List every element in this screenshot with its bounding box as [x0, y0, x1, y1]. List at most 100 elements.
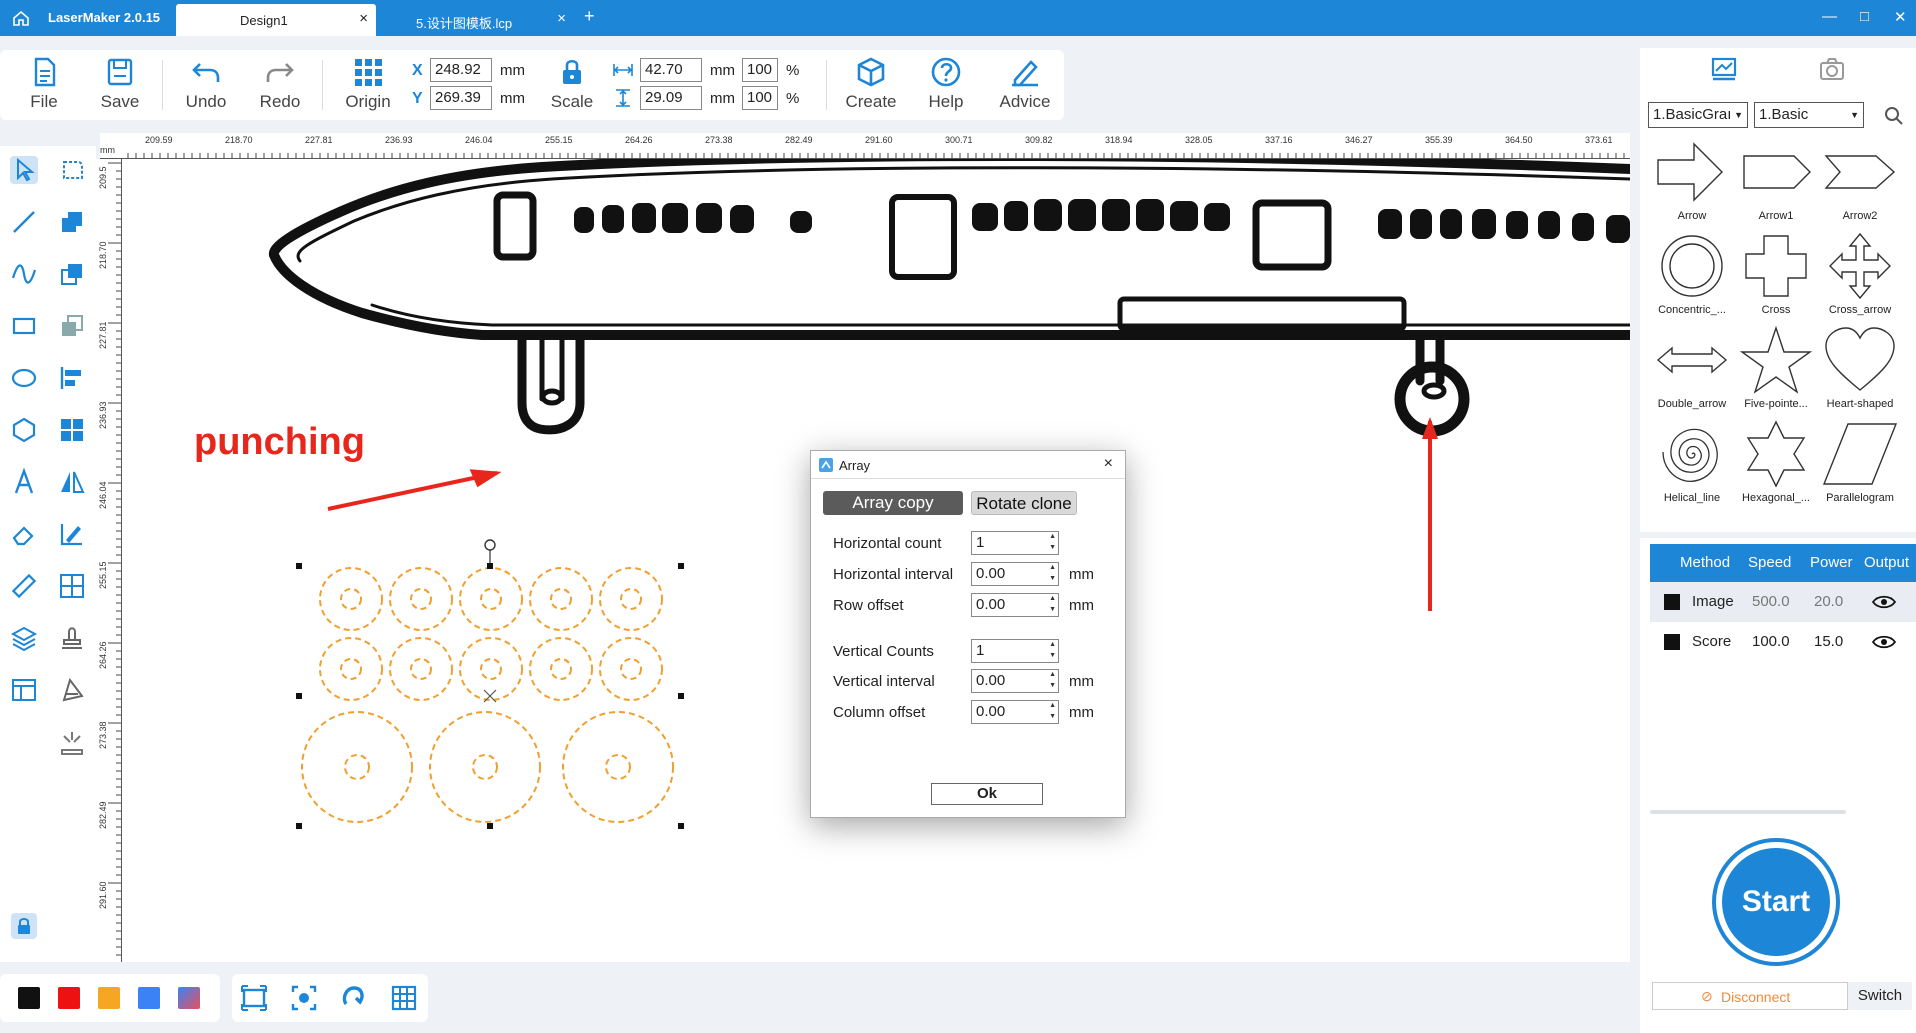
shape-heart[interactable]: Heart-shaped [1818, 324, 1902, 414]
spin-up-icon[interactable]: ▲ [1049, 702, 1056, 709]
boolean-subtract-icon[interactable] [58, 260, 86, 288]
spin-down-icon[interactable]: ▼ [1049, 544, 1056, 551]
shape-arrow[interactable]: Arrow [1650, 136, 1734, 226]
scale-lock-button[interactable]: Scale [540, 56, 604, 112]
spin-up-icon[interactable]: ▲ [1049, 564, 1056, 571]
height-field[interactable]: 29.09 [640, 86, 702, 110]
eye-icon[interactable] [1872, 594, 1896, 610]
tab-design1[interactable]: Design1 × [176, 4, 376, 36]
layout-icon[interactable] [10, 676, 38, 704]
spin-up-icon[interactable]: ▲ [1049, 533, 1056, 540]
horizontal-interval-input[interactable]: 0.00 ▲ ▼ [971, 562, 1059, 586]
width-field[interactable]: 42.70 [640, 58, 702, 82]
dialog-close-icon[interactable]: × [1104, 455, 1113, 473]
spin-down-icon[interactable]: ▼ [1049, 575, 1056, 582]
array-tool-icon[interactable] [58, 572, 86, 600]
shape-arrow1[interactable]: Arrow1 [1734, 136, 1818, 226]
horizontal-count-input[interactable]: 1 ▲ ▼ [971, 531, 1059, 555]
scrollbar[interactable] [1650, 810, 1846, 814]
layer-color-swatch[interactable] [1664, 594, 1680, 610]
column-offset-input[interactable]: 0.00 ▲ ▼ [971, 700, 1059, 724]
align-left-icon[interactable] [58, 364, 86, 392]
ruler-measure-icon[interactable] [10, 572, 38, 600]
window-close-icon[interactable]: ✕ [1894, 8, 1907, 26]
shape-parallelogram[interactable]: Parallelogram [1818, 418, 1902, 508]
switch-button[interactable]: Switch [1848, 982, 1912, 1010]
magnet-snap-icon[interactable] [340, 984, 368, 1012]
shape-cross[interactable]: Cross [1734, 230, 1818, 320]
select-tool-icon[interactable] [10, 156, 38, 184]
shape-hexagonal-star[interactable]: Hexagonal_... [1734, 418, 1818, 508]
mirror-icon[interactable] [58, 468, 86, 496]
node-edit-icon[interactable] [58, 156, 86, 184]
spin-down-icon[interactable]: ▼ [1049, 682, 1056, 689]
undo-button[interactable]: Undo [174, 56, 238, 112]
shape-concentric[interactable]: Concentric_... [1650, 230, 1734, 320]
add-tab-button[interactable]: + [584, 6, 595, 27]
vertical-interval-input[interactable]: 0.00 ▲ ▼ [971, 669, 1059, 693]
start-button[interactable]: Start [1712, 838, 1840, 966]
array-copy-tab[interactable]: Array copy [823, 491, 963, 515]
eye-icon[interactable] [1872, 634, 1896, 650]
origin-button[interactable]: Origin [336, 56, 400, 112]
save-button[interactable]: Save [88, 56, 152, 112]
layer-color-swatch[interactable] [1664, 634, 1680, 650]
color-swatch-red[interactable] [58, 987, 80, 1009]
shape-arrow2[interactable]: Arrow2 [1818, 136, 1902, 226]
boolean-intersect-icon[interactable] [58, 312, 86, 340]
search-icon[interactable] [1884, 106, 1904, 126]
width-percent-field[interactable]: 100 [742, 58, 778, 82]
polygon-tool-icon[interactable] [10, 416, 38, 444]
fit-page-icon[interactable] [240, 984, 268, 1012]
y-position-field[interactable]: 269.39 [430, 86, 492, 110]
minimize-icon[interactable]: — [1822, 8, 1837, 25]
color-swatch-orange[interactable] [98, 987, 120, 1009]
rotate-clone-tab[interactable]: Rotate clone [971, 491, 1077, 515]
file-button[interactable]: File [12, 56, 76, 112]
spin-up-icon[interactable]: ▲ [1049, 671, 1056, 678]
shape-five-pointed-star[interactable]: Five-pointe... [1734, 324, 1818, 414]
eraser-icon[interactable] [10, 520, 38, 548]
create-button[interactable]: Create [838, 56, 904, 112]
draw-chart-icon[interactable] [58, 520, 86, 548]
maximize-icon[interactable]: □ [1860, 8, 1869, 25]
close-icon[interactable]: × [557, 10, 566, 27]
ellipse-tool-icon[interactable] [10, 364, 38, 392]
spin-down-icon[interactable]: ▼ [1049, 652, 1056, 659]
help-button[interactable]: Help [914, 56, 978, 112]
spin-up-icon[interactable]: ▲ [1049, 641, 1056, 648]
layer-row-score[interactable]: Score 100.0 15.0 [1650, 622, 1916, 662]
rotate-handle-icon[interactable] [484, 539, 496, 563]
disconnect-button[interactable]: ⊘ Disconnect [1652, 982, 1848, 1010]
shape-double-arrow[interactable]: Double_arrow [1650, 324, 1734, 414]
graphics-library-icon[interactable] [1710, 56, 1738, 82]
row-offset-input[interactable]: 0.00 ▲ ▼ [971, 593, 1059, 617]
layers-icon[interactable] [10, 624, 38, 652]
line-tool-icon[interactable] [10, 208, 38, 236]
advice-button[interactable]: Advice [990, 56, 1060, 112]
rectangle-tool-icon[interactable] [10, 312, 38, 340]
shape-cross-arrow[interactable]: Cross_arrow [1818, 230, 1902, 320]
punching-design-array[interactable] [301, 567, 674, 823]
group-icon[interactable] [58, 416, 86, 444]
camera-icon[interactable] [1818, 56, 1846, 82]
x-position-field[interactable]: 248.92 [430, 58, 492, 82]
vertical-counts-input[interactable]: 1 ▲ ▼ [971, 639, 1059, 663]
tab-template-file[interactable]: 5.设计图模板.lcp × [378, 4, 574, 36]
scatter-effect-icon[interactable] [58, 728, 86, 756]
spin-down-icon[interactable]: ▼ [1049, 713, 1056, 720]
canvas-lock-icon[interactable] [10, 912, 38, 940]
subcategory-select[interactable]: 1.Basic ▼ [1754, 102, 1864, 128]
color-picker-swatch[interactable] [178, 987, 200, 1009]
text-tool-icon[interactable] [10, 468, 38, 496]
shape-helical-line[interactable]: Helical_line [1650, 418, 1734, 508]
grid-toggle-icon[interactable] [390, 984, 418, 1012]
category-select[interactable]: 1.BasicGraı ▼ [1648, 102, 1748, 128]
spin-down-icon[interactable]: ▼ [1049, 606, 1056, 613]
redo-button[interactable]: Redo [248, 56, 312, 112]
stamp-icon[interactable] [58, 624, 86, 652]
fit-selection-icon[interactable] [290, 984, 318, 1012]
layer-row-image[interactable]: Image 500.0 20.0 [1650, 582, 1916, 622]
boolean-union-icon[interactable] [58, 208, 86, 236]
color-swatch-black[interactable] [18, 987, 40, 1009]
